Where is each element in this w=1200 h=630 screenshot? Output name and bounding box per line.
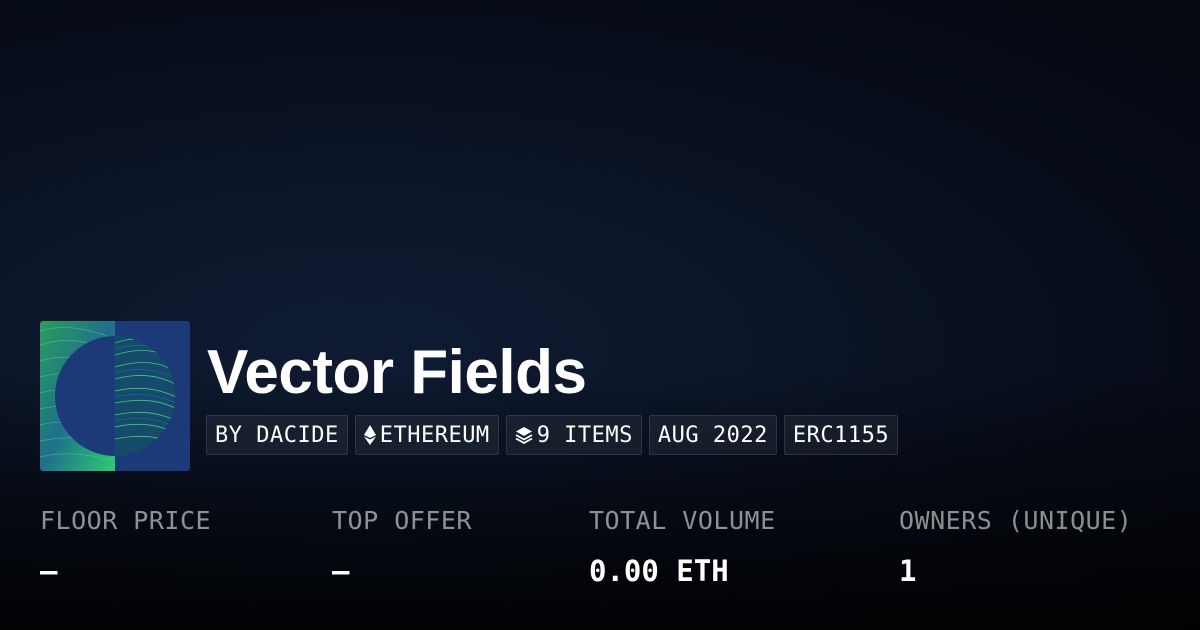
standard-pill: ERC1155 (783, 415, 899, 455)
top-offer-label: TOP OFFER (332, 506, 472, 535)
ethereum-icon (363, 425, 376, 445)
total-volume-value: 0.00 ETH (589, 554, 729, 588)
total-volume-stat: TOTAL VOLUME 0.00 ETH (589, 503, 776, 589)
floor-price-label: FLOOR PRICE (40, 506, 212, 535)
owners-value: 1 (899, 554, 917, 588)
collection-meta-pills: BY DACIDE ETHEREUM 9 ITEMS AUG 2022 ERC1… (206, 415, 899, 455)
owners-label: OWNERS (UNIQUE) (899, 506, 1133, 535)
floor-price-stat: FLOOR PRICE – (40, 503, 211, 589)
total-volume-label: TOTAL VOLUME (589, 506, 776, 535)
vector-field-artwork (40, 321, 190, 471)
items-label: 9 ITEMS (536, 422, 633, 448)
creator-label: BY DACIDE (215, 422, 339, 448)
date-label: AUG 2022 (657, 422, 768, 448)
collection-title: Vector Fields (207, 338, 587, 407)
top-offer-value: – (332, 554, 350, 588)
creator-pill[interactable]: BY DACIDE (206, 415, 348, 455)
chain-label: ETHEREUM (379, 422, 490, 448)
collection-thumbnail[interactable] (40, 321, 190, 471)
layers-icon (515, 426, 533, 444)
top-offer-stat: TOP OFFER – (332, 503, 472, 589)
owners-stat: OWNERS (UNIQUE) 1 (899, 503, 1132, 589)
floor-price-value: – (40, 554, 58, 588)
items-pill: 9 ITEMS (505, 415, 642, 455)
chain-pill: ETHEREUM (354, 415, 499, 455)
standard-label: ERC1155 (792, 422, 890, 448)
date-pill: AUG 2022 (648, 415, 777, 455)
